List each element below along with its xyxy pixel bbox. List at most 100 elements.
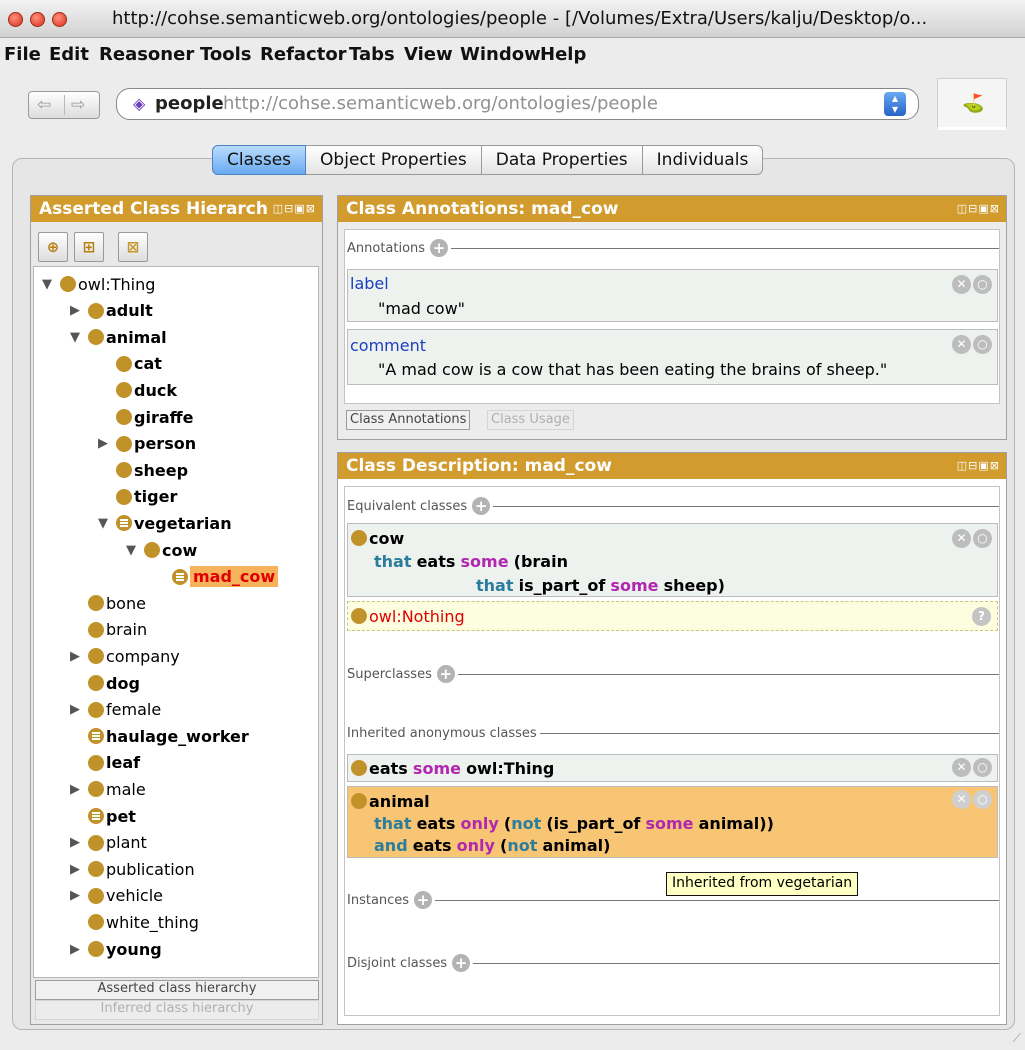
delete-icon[interactable]: ✕ xyxy=(952,335,971,354)
edit-icon[interactable]: ○ xyxy=(973,790,992,809)
menu-file[interactable]: File xyxy=(4,44,41,65)
zoom-window-button[interactable] xyxy=(52,12,67,27)
delete-icon[interactable]: ✕ xyxy=(952,758,971,777)
tree-node[interactable]: ▶ vehicle xyxy=(70,883,163,909)
tree-node[interactable]: ▼ vegetarian xyxy=(98,510,232,536)
expand-triangle-icon[interactable]: ▶ xyxy=(98,436,116,451)
tab-data-properties[interactable]: Data Properties xyxy=(481,145,643,175)
collapse-triangle-icon[interactable]: ▼ xyxy=(126,543,144,558)
edit-icon[interactable]: ○ xyxy=(973,529,992,548)
add-annotation-icon[interactable]: + xyxy=(430,239,449,257)
panel-controls-icon[interactable]: ◫⊟▣⊠ xyxy=(957,459,1000,472)
menu-tabs[interactable]: Tabs xyxy=(349,44,395,65)
tree-node[interactable]: haulage_worker xyxy=(70,723,249,749)
add-instance-icon[interactable]: + xyxy=(414,891,433,909)
menu-help[interactable]: Help xyxy=(540,44,586,65)
tree-node[interactable]: ▼ animal xyxy=(70,324,167,350)
tree-node[interactable]: pet xyxy=(70,803,136,829)
owl-nothing-row: owl:Nothing xyxy=(351,603,465,629)
menu-view[interactable]: View xyxy=(404,44,453,65)
collapse-triangle-icon[interactable]: ▼ xyxy=(70,330,88,345)
navigation-buttons: ⇦ ⇨ xyxy=(28,91,100,119)
close-window-button[interactable] xyxy=(8,12,23,27)
expand-triangle-icon[interactable]: ▶ xyxy=(70,649,88,664)
tree-node[interactable]: bone xyxy=(70,590,146,616)
ontology-selector[interactable]: ◈ people http://cohse.semanticweb.org/on… xyxy=(116,88,919,120)
tree-node[interactable]: sheep xyxy=(98,457,188,483)
tree-node-label: duck xyxy=(134,380,177,400)
section-label: Instances xyxy=(347,892,410,908)
tree-node[interactable]: ▶ male xyxy=(70,776,146,802)
forward-arrow-icon[interactable]: ⇨ xyxy=(71,95,85,115)
tab-class-usage[interactable]: Class Usage xyxy=(487,410,574,430)
tree-node[interactable]: ▼ owl:Thing xyxy=(42,271,155,297)
tree-node[interactable]: ▶ person xyxy=(98,431,196,457)
tree-node[interactable]: ▶ company xyxy=(70,643,180,669)
tree-node[interactable]: ▶ young xyxy=(70,936,162,962)
dropdown-stepper-icon[interactable]: ▴ ▾ xyxy=(884,92,906,116)
resize-grip-icon[interactable]: ⟋ xyxy=(1013,1031,1021,1046)
delete-icon[interactable]: ✕ xyxy=(952,790,971,809)
expand-triangle-icon[interactable]: ▶ xyxy=(70,862,88,877)
class-icon xyxy=(351,793,367,809)
tab-individuals[interactable]: Individuals xyxy=(642,145,764,175)
explain-icon[interactable]: ? xyxy=(972,607,991,626)
tree-node[interactable]: dog xyxy=(70,670,140,696)
class-icon xyxy=(88,595,104,612)
tab-object-properties[interactable]: Object Properties xyxy=(306,145,482,175)
annotation-value: "A mad cow is a cow that has been eating… xyxy=(378,360,888,379)
class-icon xyxy=(351,530,367,546)
expand-triangle-icon[interactable]: ▶ xyxy=(70,835,88,850)
expand-triangle-icon[interactable]: ▶ xyxy=(70,888,88,903)
menu-refactor[interactable]: Refactor xyxy=(260,44,347,65)
delete-icon[interactable]: ✕ xyxy=(952,275,971,294)
expand-triangle-icon[interactable]: ▶ xyxy=(70,702,88,717)
panel-controls-icon[interactable]: ◫⊟▣⊠ xyxy=(957,202,1000,215)
edit-icon[interactable]: ○ xyxy=(973,275,992,294)
annotations-section-header: Annotations + xyxy=(347,238,999,258)
tree-node-label: publication xyxy=(106,859,195,879)
tree-node[interactable]: white_thing xyxy=(70,909,199,935)
tree-node[interactable]: leaf xyxy=(70,750,140,776)
add-disjoint-icon[interactable]: + xyxy=(452,954,471,972)
search-button[interactable]: ⛳ xyxy=(937,78,1007,130)
expand-triangle-icon[interactable]: ▶ xyxy=(70,942,88,957)
expand-triangle-icon[interactable]: ▶ xyxy=(70,782,88,797)
edit-icon[interactable]: ○ xyxy=(973,335,992,354)
back-arrow-icon[interactable]: ⇦ xyxy=(37,95,51,115)
menu-window[interactable]: Window xyxy=(460,44,541,65)
tree-node[interactable]: duck xyxy=(98,377,177,403)
asserted-hierarchy-button[interactable]: Asserted class hierarchy xyxy=(35,980,319,1000)
add-subclass-button[interactable]: ⊕ xyxy=(38,232,68,262)
tree-node[interactable]: brain xyxy=(70,617,147,643)
tree-node[interactable]: ▶ adult xyxy=(70,298,153,324)
class-icon xyxy=(88,648,104,665)
expand-triangle-icon[interactable]: ▶ xyxy=(70,303,88,318)
collapse-triangle-icon[interactable]: ▼ xyxy=(98,516,116,531)
add-superclass-icon[interactable]: + xyxy=(436,665,455,683)
panel-controls-icon[interactable]: ◫⊟▣⊠ xyxy=(273,202,316,215)
inherited-expr-2-line1: animal xyxy=(351,788,430,814)
tree-node[interactable]: ▼ cow xyxy=(126,537,197,563)
tree-node[interactable]: ▶ female xyxy=(70,697,161,723)
tree-node[interactable]: cat xyxy=(98,351,162,377)
minimize-window-button[interactable] xyxy=(30,12,45,27)
edit-icon[interactable]: ○ xyxy=(973,758,992,777)
add-equivalent-icon[interactable]: + xyxy=(472,497,491,515)
menu-reasoner[interactable]: Reasoner xyxy=(99,44,194,65)
add-sibling-button[interactable]: ⊞ xyxy=(74,232,104,262)
tree-node[interactable]: ▶ publication xyxy=(70,856,195,882)
menu-edit[interactable]: Edit xyxy=(49,44,89,65)
delete-class-button[interactable]: ⊠ xyxy=(118,232,148,262)
delete-icon[interactable]: ✕ xyxy=(952,529,971,548)
tree-node[interactable]: mad_cow xyxy=(154,564,279,590)
superclasses-header: Superclasses + xyxy=(347,664,999,684)
inferred-hierarchy-button[interactable]: Inferred class hierarchy xyxy=(35,1000,319,1020)
menu-tools[interactable]: Tools xyxy=(200,44,252,65)
tree-node[interactable]: giraffe xyxy=(98,404,193,430)
tree-node[interactable]: tiger xyxy=(98,484,177,510)
tab-classes[interactable]: Classes xyxy=(212,145,307,175)
tab-class-annotations[interactable]: Class Annotations xyxy=(346,410,471,430)
collapse-triangle-icon[interactable]: ▼ xyxy=(42,277,60,292)
tree-node[interactable]: ▶ plant xyxy=(70,830,147,856)
